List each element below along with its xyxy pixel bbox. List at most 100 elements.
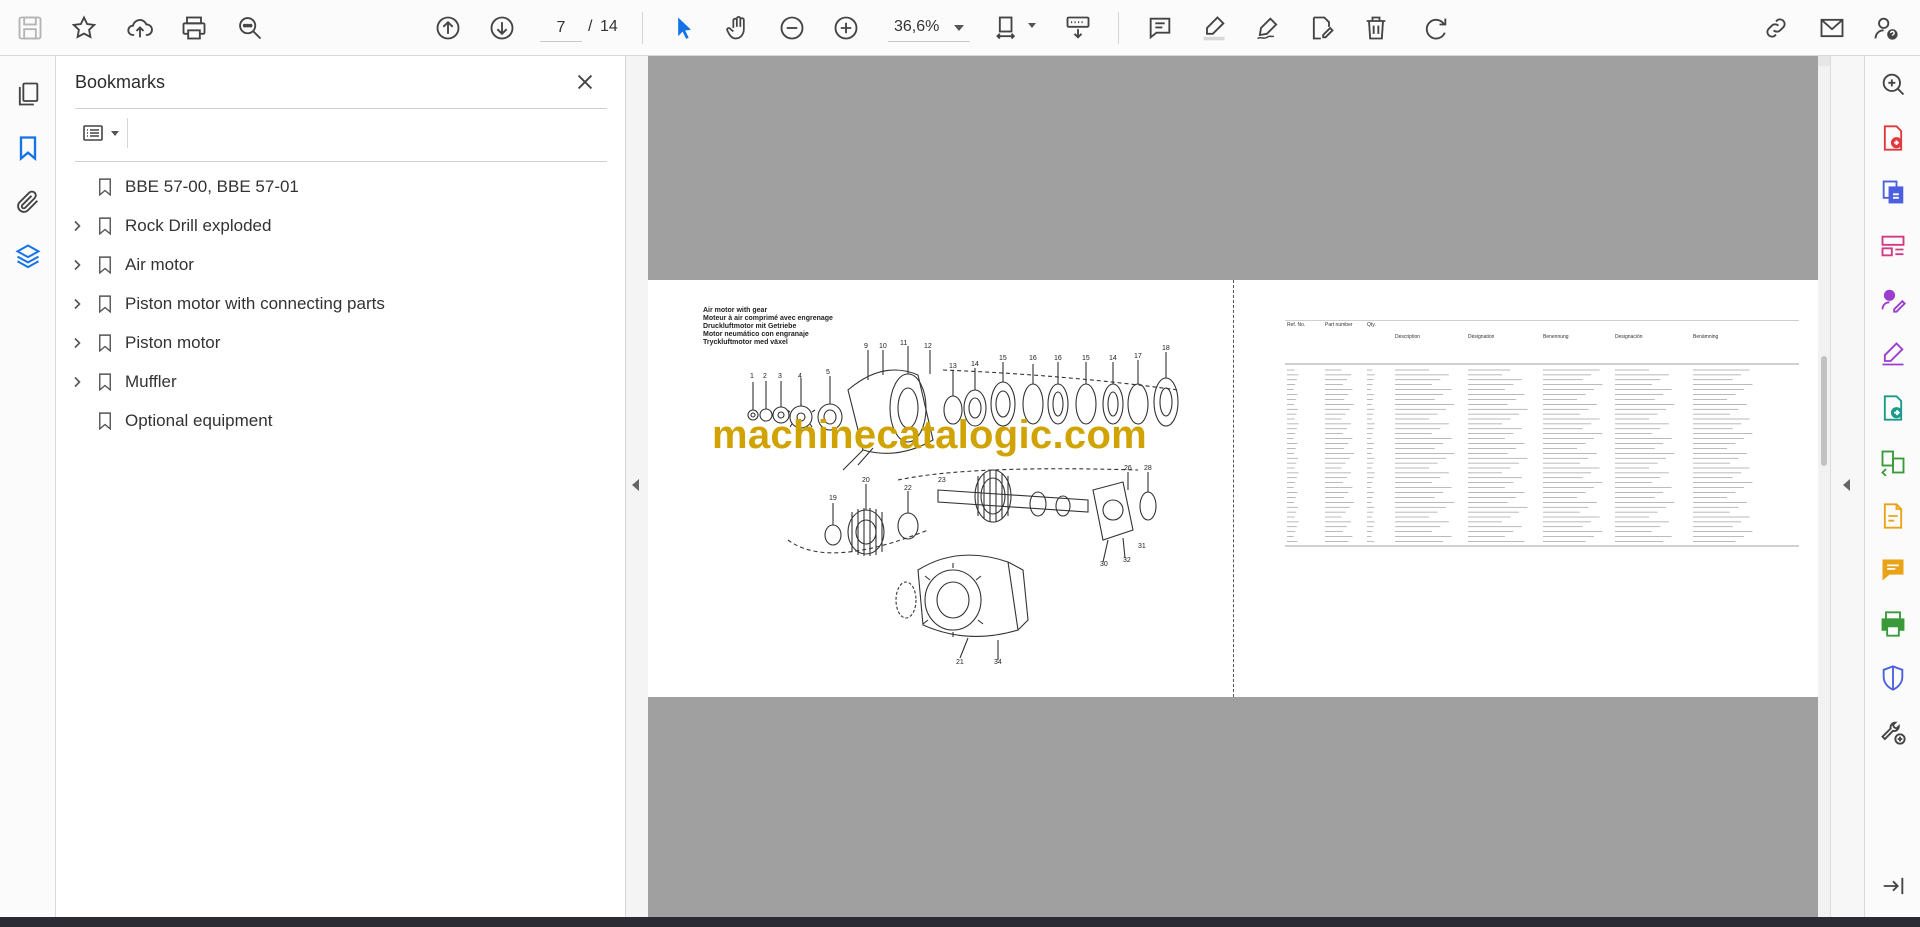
left-navigation-rail <box>0 56 56 917</box>
svg-text:9: 9 <box>864 343 868 350</box>
collapse-rail-icon[interactable] <box>1877 870 1909 902</box>
collapse-left-icon[interactable] <box>632 479 639 491</box>
print-production-icon[interactable] <box>1877 608 1909 640</box>
right-panel-collapse-strip <box>1830 56 1864 917</box>
bookmark-item[interactable]: Muffler <box>57 365 617 399</box>
draw-pen-icon[interactable] <box>1250 10 1286 46</box>
bookmark-label: Optional equipment <box>125 411 273 430</box>
bookmark-item[interactable]: Piston motor with connecting parts <box>57 287 617 321</box>
bookmark-options-button[interactable] <box>75 118 127 148</box>
bookmark-item[interactable]: Rock Drill exploded <box>57 209 617 243</box>
compare-files-icon[interactable] <box>1877 446 1909 478</box>
zoom-out-icon[interactable] <box>774 10 810 46</box>
select-cursor-icon[interactable] <box>666 10 702 46</box>
save-icon[interactable] <box>12 10 48 46</box>
more-tools-icon[interactable] <box>1877 716 1909 748</box>
scrollbar-thumb[interactable] <box>1821 356 1827 466</box>
svg-text:Part number: Part number <box>1325 322 1353 328</box>
close-icon[interactable] <box>571 68 599 96</box>
share-link-icon[interactable] <box>1758 10 1794 46</box>
bookmark-item[interactable]: Piston motor <box>57 326 617 360</box>
svg-text:2: 2 <box>763 373 767 380</box>
expand-left-icon[interactable] <box>1843 479 1850 491</box>
redo-icon[interactable] <box>1418 10 1454 46</box>
svg-text:16: 16 <box>1029 355 1037 362</box>
bookmark-item[interactable]: BBE 57-00, BBE 57-01 <box>57 170 617 204</box>
layers-icon[interactable] <box>10 238 46 274</box>
page-thumbnails-icon[interactable] <box>10 76 46 112</box>
svg-text:32: 32 <box>1123 557 1131 564</box>
bookmark-label: Muffler <box>125 372 177 391</box>
svg-text:Qty.: Qty. <box>1367 322 1376 328</box>
request-signatures-icon[interactable] <box>1877 284 1909 316</box>
print-icon[interactable] <box>176 10 212 46</box>
page-total: 14 <box>600 18 618 35</box>
star-icon[interactable] <box>66 10 102 46</box>
bookmarks-panel: Bookmarks BBE 57-00, BBE 57-01 Rock Dril… <box>57 56 626 917</box>
scroll-mode-icon[interactable] <box>1060 10 1096 46</box>
svg-text:12: 12 <box>924 343 932 350</box>
svg-text:20: 20 <box>862 477 870 484</box>
page-number-input[interactable] <box>540 14 582 42</box>
svg-text:11: 11 <box>900 340 907 347</box>
create-pdf-icon[interactable] <box>1877 122 1909 154</box>
bookmark-item[interactable]: Optional equipment <box>57 404 617 438</box>
bookmarks-icon[interactable] <box>10 130 46 166</box>
svg-text:21: 21 <box>956 659 964 666</box>
svg-text:1: 1 <box>750 373 754 380</box>
chevron-right-icon[interactable] <box>69 335 85 351</box>
export-pdf-icon[interactable] <box>1877 176 1909 208</box>
chevron-right-icon[interactable] <box>69 257 85 273</box>
list-options-icon <box>83 125 103 141</box>
zoom-search-icon[interactable] <box>1877 68 1909 100</box>
bookmark-icon <box>95 254 115 276</box>
find-zoom-icon[interactable] <box>232 10 268 46</box>
taskbar-strip <box>0 917 1920 927</box>
svg-text:28: 28 <box>1144 465 1152 472</box>
email-icon[interactable] <box>1814 10 1850 46</box>
attachments-icon[interactable] <box>10 184 46 220</box>
delete-icon[interactable] <box>1358 10 1394 46</box>
svg-text:18: 18 <box>1162 345 1170 352</box>
comment-tool-icon[interactable] <box>1877 554 1909 586</box>
document-viewport[interactable]: Air motor with gear Moteur à air comprim… <box>648 56 1818 917</box>
bookmark-icon <box>95 332 115 354</box>
chevron-right-icon[interactable] <box>69 296 85 312</box>
hand-tool-icon[interactable] <box>720 10 756 46</box>
edit-text-icon[interactable] <box>1304 10 1340 46</box>
chevron-down-icon <box>954 25 964 31</box>
bookmark-item[interactable]: Air motor <box>57 248 617 282</box>
svg-text:31: 31 <box>1138 543 1146 550</box>
svg-text:23: 23 <box>938 477 946 484</box>
page-fit-icon[interactable] <box>990 10 1036 46</box>
chevron-right-icon[interactable] <box>69 218 85 234</box>
export-file-icon[interactable] <box>1877 500 1909 532</box>
svg-text:14: 14 <box>971 361 979 368</box>
comment-icon[interactable] <box>1142 10 1178 46</box>
bookmark-icon <box>95 410 115 432</box>
svg-text:5: 5 <box>826 369 830 376</box>
top-toolbar: / 14 36,6% <box>0 0 1920 56</box>
chevron-right-icon[interactable] <box>69 374 85 390</box>
svg-text:Désignation: Désignation <box>1468 334 1495 340</box>
zoom-level-dropdown[interactable]: 36,6% <box>888 14 970 42</box>
zoom-in-icon[interactable] <box>828 10 864 46</box>
divider <box>127 118 128 148</box>
vertical-scrollbar[interactable] <box>1818 56 1830 917</box>
bookmark-icon <box>95 176 115 198</box>
protect-shield-icon[interactable] <box>1877 662 1909 694</box>
scrollbar-top-button[interactable] <box>1818 56 1830 66</box>
fill-sign-icon[interactable] <box>1877 338 1909 370</box>
svg-text:Benämning: Benämning <box>1693 334 1719 340</box>
send-for-review-icon[interactable] <box>1877 392 1909 424</box>
highlight-icon[interactable] <box>1196 10 1232 46</box>
document-page: Air motor with gear Moteur à air comprim… <box>648 280 1818 697</box>
account-help-icon[interactable] <box>1868 10 1904 46</box>
next-page-icon[interactable] <box>484 10 520 46</box>
svg-text:Ref. No.: Ref. No. <box>1287 322 1305 328</box>
organize-pages-icon[interactable] <box>1877 230 1909 262</box>
upload-cloud-icon[interactable] <box>122 10 158 46</box>
bookmark-label: Rock Drill exploded <box>125 216 272 235</box>
svg-text:Designación: Designación <box>1615 334 1643 340</box>
previous-page-icon[interactable] <box>430 10 466 46</box>
